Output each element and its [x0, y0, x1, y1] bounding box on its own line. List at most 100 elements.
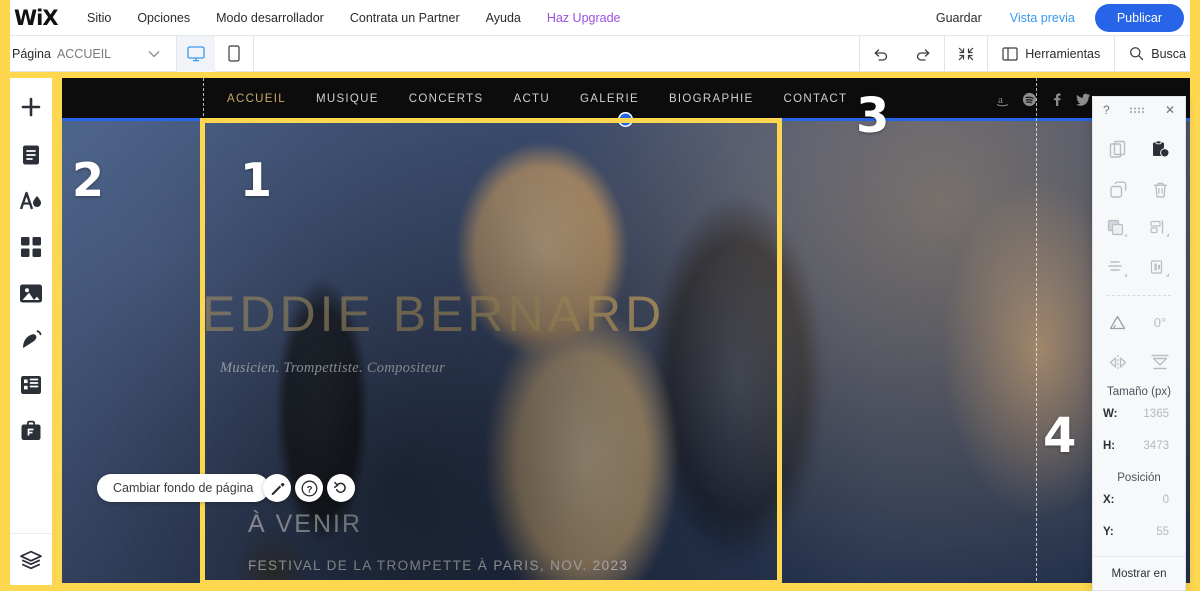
- plus-icon: [21, 97, 41, 117]
- nav-actu[interactable]: ACTU: [498, 93, 565, 105]
- content-manager-button[interactable]: [10, 362, 52, 408]
- facebook-icon[interactable]: [1049, 92, 1064, 107]
- x-position-field[interactable]: X: 0: [1093, 484, 1185, 516]
- panel-close-icon[interactable]: ✕: [1165, 103, 1175, 117]
- page-selector[interactable]: Página ACCUEIL: [12, 36, 177, 71]
- nav-concerts[interactable]: CONCERTS: [394, 93, 499, 105]
- y-label: Y:: [1103, 526, 1114, 538]
- panel-help-icon[interactable]: ?: [1103, 103, 1110, 117]
- floating-tools-panel: ? ✕ 0° Tamaño (px) W: 1365 H: 3473 Posic…: [1092, 96, 1186, 591]
- menu-modo-desarrollador[interactable]: Modo desarrollador: [203, 5, 337, 31]
- hero-title[interactable]: EDDIE BERNARD: [202, 285, 665, 343]
- edit-pencil-button[interactable]: [263, 474, 291, 502]
- annotation-marker-1: 1: [240, 153, 273, 207]
- panel-drag-handle[interactable]: [1129, 106, 1145, 114]
- hero-musician-figure: [392, 130, 772, 591]
- rotate-value[interactable]: 0°: [1139, 302, 1181, 342]
- duplicate-icon[interactable]: [1097, 169, 1139, 209]
- menu-opciones[interactable]: Opciones: [124, 5, 203, 31]
- tools-label: Herramientas: [1025, 46, 1101, 61]
- site-canvas[interactable]: ACCUEIL MUSIQUE CONCERTS ACTU GALERIE BI…: [62, 78, 1190, 591]
- flip-horizontal-icon[interactable]: [1097, 342, 1139, 382]
- toolbar-right-group: Herramientas Busca: [859, 36, 1200, 71]
- panel-header: ? ✕: [1093, 97, 1185, 123]
- nav-contact[interactable]: CONTACT: [769, 93, 863, 105]
- add-elements-button[interactable]: [10, 84, 52, 130]
- section-title-avenir[interactable]: À VENIR: [248, 510, 362, 539]
- theme-icon: [19, 191, 41, 210]
- main-menu-items: Sitio Opciones Modo desarrollador Contra…: [74, 5, 634, 31]
- refresh-icon: [333, 481, 346, 493]
- hero-saxophone: [212, 240, 442, 591]
- pages-menu-button[interactable]: [10, 132, 52, 178]
- rotate-icon[interactable]: [1097, 302, 1139, 342]
- distribute-icon[interactable]: [1097, 249, 1139, 289]
- menu-sitio[interactable]: Sitio: [74, 5, 124, 31]
- menu-ayuda[interactable]: Ayuda: [473, 5, 534, 31]
- amazon-icon[interactable]: a: [995, 92, 1010, 107]
- reset-button[interactable]: [327, 474, 355, 502]
- search-placeholder: Busca: [1151, 46, 1186, 61]
- question-icon: ?: [301, 480, 317, 496]
- paste-style-icon[interactable]: [1139, 129, 1181, 169]
- highlight-strip-right: [1190, 0, 1200, 36]
- desktop-view-button[interactable]: [177, 35, 215, 72]
- layers-button[interactable]: [10, 533, 52, 585]
- copy-style-icon[interactable]: [1097, 129, 1139, 169]
- save-button[interactable]: Guardar: [922, 5, 996, 31]
- menu-haz-upgrade[interactable]: Haz Upgrade: [534, 5, 634, 31]
- secondary-toolbar: Página ACCUEIL Herramientas Busca: [0, 35, 1200, 72]
- wix-logo[interactable]: WiX: [14, 6, 66, 30]
- briefcase-icon: [21, 420, 41, 440]
- image-icon: [20, 284, 42, 302]
- top-actions: Guardar Vista previa Publicar: [922, 3, 1200, 32]
- flip-vertical-icon[interactable]: [1139, 342, 1181, 382]
- hero-section[interactable]: EDDIE BERNARD Musicien. Trompettiste. Co…: [62, 120, 1190, 591]
- panel-tool-grid: 0°: [1093, 123, 1185, 382]
- menu-contrata-partner[interactable]: Contrata un Partner: [337, 5, 473, 31]
- width-field[interactable]: W: 1365: [1093, 398, 1185, 430]
- device-switcher: [177, 35, 254, 72]
- theme-manager-button[interactable]: [10, 178, 52, 224]
- nav-accueil[interactable]: ACCUEIL: [212, 93, 301, 105]
- arrange-layers-icon[interactable]: [1097, 209, 1139, 249]
- help-button[interactable]: ?: [295, 474, 323, 502]
- media-manager-button[interactable]: [10, 270, 52, 316]
- width-label: W:: [1103, 408, 1118, 420]
- section-subtitle-festival[interactable]: FESTIVAL DE LA TROMPETTE À PARIS, NOV. 2…: [248, 558, 628, 573]
- guide-line-left: [203, 78, 204, 591]
- business-tools-button[interactable]: [10, 408, 52, 454]
- layers-icon: [20, 550, 42, 569]
- zoom-out-button[interactable]: [944, 36, 987, 71]
- apps-market-button[interactable]: [10, 224, 52, 270]
- y-position-field[interactable]: Y: 55: [1093, 516, 1185, 548]
- apps-grid-icon: [21, 237, 41, 257]
- tools-button[interactable]: Herramientas: [987, 36, 1114, 71]
- highlight-strip-right-2: [1190, 36, 1200, 72]
- show-on-button[interactable]: Mostrar en: [1093, 556, 1185, 590]
- mobile-view-button[interactable]: [215, 36, 253, 72]
- table-icon: [21, 376, 41, 394]
- annotation-marker-4: 4: [1043, 408, 1077, 464]
- twitter-icon[interactable]: [1076, 92, 1091, 107]
- design-tools-button[interactable]: [10, 316, 52, 362]
- undo-button[interactable]: [859, 36, 902, 71]
- delete-icon[interactable]: [1139, 169, 1181, 209]
- align-horizontal-icon[interactable]: [1139, 209, 1181, 249]
- publish-button[interactable]: Publicar: [1094, 3, 1184, 32]
- nav-biographie[interactable]: BIOGRAPHIE: [654, 93, 769, 105]
- search-field[interactable]: Busca: [1114, 36, 1200, 71]
- spotify-icon[interactable]: [1022, 92, 1037, 107]
- align-vertical-icon[interactable]: [1139, 249, 1181, 289]
- height-field[interactable]: H: 3473: [1093, 430, 1185, 462]
- change-background-tooltip[interactable]: Cambiar fondo de página: [97, 474, 270, 502]
- redo-button[interactable]: [902, 36, 944, 71]
- header-resize-handle[interactable]: [618, 112, 633, 127]
- hero-rim-light: [860, 120, 1130, 591]
- nav-musique[interactable]: MUSIQUE: [301, 93, 394, 105]
- preview-button[interactable]: Vista previa: [996, 5, 1089, 31]
- page-selector-value: ACCUEIL: [56, 46, 112, 61]
- hero-subtitle[interactable]: Musicien. Trompettiste. Compositeur: [220, 360, 445, 377]
- nav-galerie[interactable]: GALERIE: [565, 93, 654, 105]
- page-icon: [23, 145, 39, 165]
